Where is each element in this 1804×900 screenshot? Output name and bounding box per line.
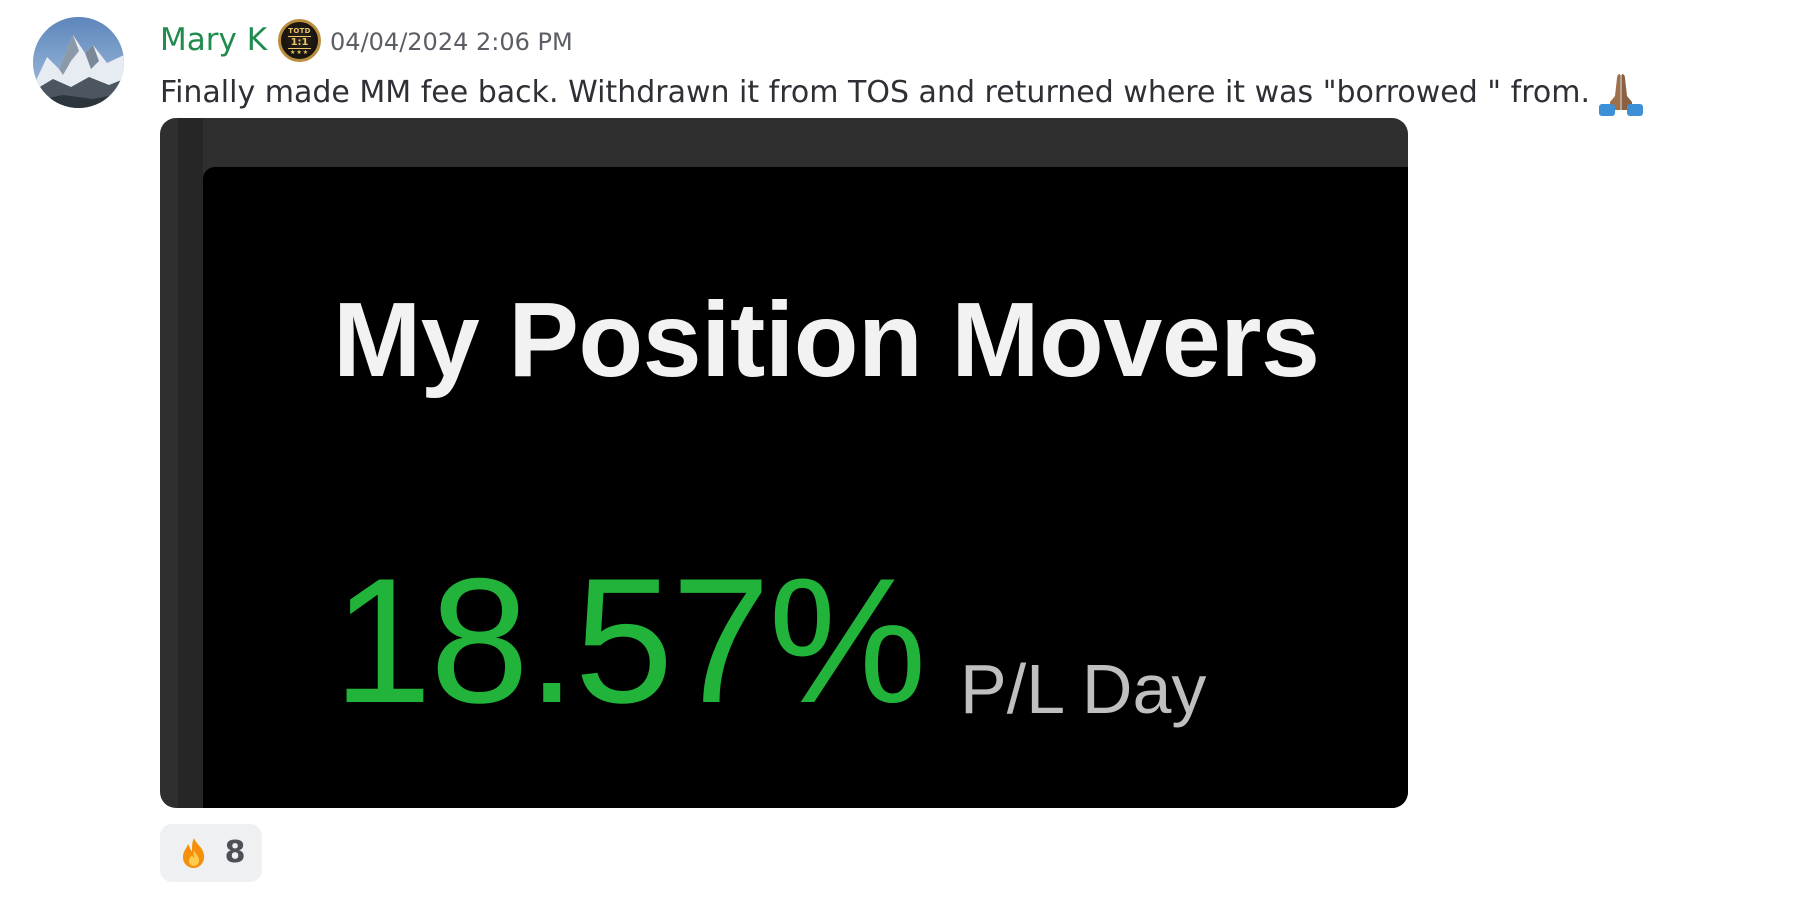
folded-hands-emoji-icon[interactable] — [1596, 66, 1646, 116]
message-timestamp[interactable]: 04/04/2024 2:06 PM — [330, 30, 573, 54]
message-text: Finally made MM fee back. Withdrawn it f… — [160, 75, 1590, 110]
reaction-count: 8 — [224, 835, 246, 870]
role-badge-icon[interactable]: TOTD 1:1 ★★★ — [278, 18, 322, 62]
user-avatar[interactable] — [33, 17, 124, 108]
position-movers-card: My Position Movers 18.57% P/L Day — [203, 167, 1408, 808]
screenshot-edge — [178, 118, 203, 808]
author-name[interactable]: Mary K — [160, 24, 267, 56]
role-badge-stars: ★★★ — [289, 48, 310, 56]
pl-day-label: P/L Day — [960, 650, 1207, 728]
image-attachment[interactable]: My Position Movers 18.57% P/L Day — [160, 118, 1408, 808]
role-badge-top-text: TOTD — [288, 26, 311, 35]
reaction-fire[interactable]: 8 — [160, 824, 262, 882]
message-header: Mary K TOTD 1:1 ★★★ 04/04/2024 2:06 PM — [160, 18, 573, 62]
mountain-avatar-image — [33, 17, 124, 108]
message-content: Finally made MM fee back. Withdrawn it f… — [160, 68, 1646, 118]
fire-icon — [177, 836, 211, 870]
pl-percent-value: 18.57% — [333, 541, 927, 740]
card-title: My Position Movers — [333, 281, 1320, 399]
chat-message: Mary K TOTD 1:1 ★★★ 04/04/2024 2:06 PM F… — [0, 0, 1804, 900]
role-badge-mid-text: 1:1 — [288, 35, 312, 49]
